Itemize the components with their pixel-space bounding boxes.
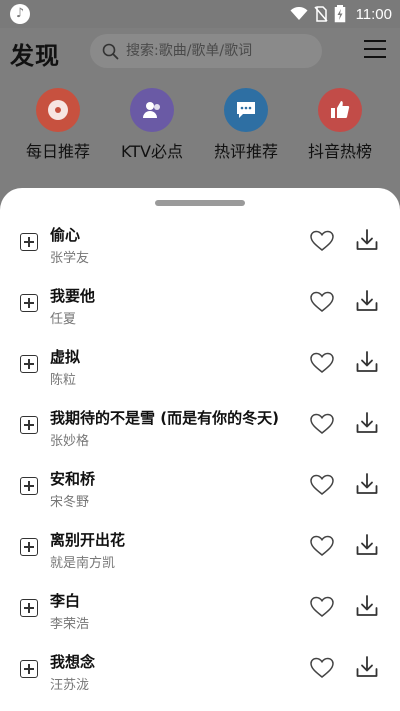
search-bar[interactable] xyxy=(90,34,322,68)
download-icon[interactable] xyxy=(355,228,379,256)
song-artist: 李荣浩 xyxy=(50,617,90,632)
record-icon xyxy=(36,88,80,132)
search-icon xyxy=(102,43,119,60)
clock-time: 11:00 xyxy=(355,5,392,23)
song-title: 我要他 xyxy=(50,287,96,305)
download-icon[interactable] xyxy=(355,350,379,378)
song-title: 李白 xyxy=(50,592,81,610)
category-label: KTV必点 xyxy=(121,142,183,161)
song-title: 离别开出花 xyxy=(50,531,126,549)
heart-icon[interactable] xyxy=(309,413,335,439)
song-row[interactable]: 我想念 汪苏泷 xyxy=(0,643,400,699)
battery-charging-icon xyxy=(334,5,345,23)
status-icons: 11:00 xyxy=(290,4,392,24)
download-icon[interactable] xyxy=(355,655,379,683)
song-row[interactable]: 李白 李荣浩 xyxy=(0,582,400,638)
user-group-icon xyxy=(130,88,174,132)
music-notification-icon: ♪ xyxy=(10,4,30,24)
song-row[interactable]: 我期待的不是雪 (而是有你的冬天) 张妙格 xyxy=(0,399,400,455)
song-artist: 汪苏泷 xyxy=(50,678,90,693)
download-icon[interactable] xyxy=(355,533,379,561)
thumbs-up-icon xyxy=(318,88,362,132)
download-icon[interactable] xyxy=(355,594,379,622)
song-title: 我期待的不是雪 (而是有你的冬天) xyxy=(50,409,279,427)
add-to-playlist-icon[interactable] xyxy=(20,355,38,373)
header: 发现 xyxy=(0,28,400,78)
song-title: 偷心 xyxy=(50,226,81,244)
add-to-playlist-icon[interactable] xyxy=(20,477,38,495)
comment-icon xyxy=(224,88,268,132)
song-artist: 就是南方凯 xyxy=(50,556,116,571)
download-icon[interactable] xyxy=(355,472,379,500)
heart-icon[interactable] xyxy=(309,230,335,256)
song-row[interactable]: 离别开出花就是南方凯 xyxy=(0,521,400,577)
song-title: 虚拟 xyxy=(50,348,81,366)
no-sim-icon xyxy=(313,6,328,22)
menu-icon[interactable] xyxy=(364,40,386,62)
category-hot-comments[interactable]: 热评推荐 xyxy=(201,88,291,162)
heart-icon[interactable] xyxy=(309,596,335,622)
heart-icon[interactable] xyxy=(309,657,335,683)
song-title: 安和桥 xyxy=(50,470,96,488)
category-ktv[interactable]: KTV必点 xyxy=(107,88,197,162)
heart-icon[interactable] xyxy=(309,352,335,378)
song-row[interactable]: 虚拟 陈粒 xyxy=(0,338,400,394)
song-artist: 张妙格 xyxy=(50,434,90,449)
add-to-playlist-icon[interactable] xyxy=(20,233,38,251)
category-label: 每日推荐 xyxy=(25,142,90,161)
add-to-playlist-icon[interactable] xyxy=(20,294,38,312)
wifi-icon xyxy=(290,7,308,20)
add-to-playlist-icon[interactable] xyxy=(20,416,38,434)
search-input[interactable] xyxy=(124,42,308,60)
category-label: 热评推荐 xyxy=(213,142,278,161)
song-row[interactable]: 偷心 张学友 xyxy=(0,216,400,272)
sheet-drag-handle[interactable] xyxy=(155,200,245,206)
download-icon[interactable] xyxy=(355,289,379,317)
song-artist: 宋冬野 xyxy=(50,495,90,510)
song-artist: 陈粒 xyxy=(50,373,77,388)
song-artist: 张学友 xyxy=(50,251,90,266)
song-artist: 任夏 xyxy=(50,312,77,327)
add-to-playlist-icon[interactable] xyxy=(20,599,38,617)
page-title: 发现 xyxy=(10,42,60,70)
song-row[interactable]: 我要他 任夏 xyxy=(0,277,400,333)
category-daily-recommend[interactable]: 每日推荐 xyxy=(13,88,103,162)
category-row: 每日推荐 KTV必点 热评推荐 抖音热榜 xyxy=(0,88,400,163)
heart-icon[interactable] xyxy=(309,291,335,317)
status-bar: ♪ 11:00 xyxy=(0,0,400,28)
heart-icon[interactable] xyxy=(309,535,335,561)
heart-icon[interactable] xyxy=(309,474,335,500)
add-to-playlist-icon[interactable] xyxy=(20,538,38,556)
add-to-playlist-icon[interactable] xyxy=(20,660,38,678)
song-title: 我想念 xyxy=(50,653,96,671)
song-row[interactable]: 安和桥 宋冬野 xyxy=(0,460,400,516)
category-label: 抖音热榜 xyxy=(307,142,372,161)
download-icon[interactable] xyxy=(355,411,379,439)
song-list-sheet: 偷心张学友我要他任夏虚拟陈粒我期待的不是雪 (而是有你的冬天) 张妙格安和桥宋冬野… xyxy=(0,188,400,711)
category-douyin-chart[interactable]: 抖音热榜 xyxy=(295,88,385,162)
